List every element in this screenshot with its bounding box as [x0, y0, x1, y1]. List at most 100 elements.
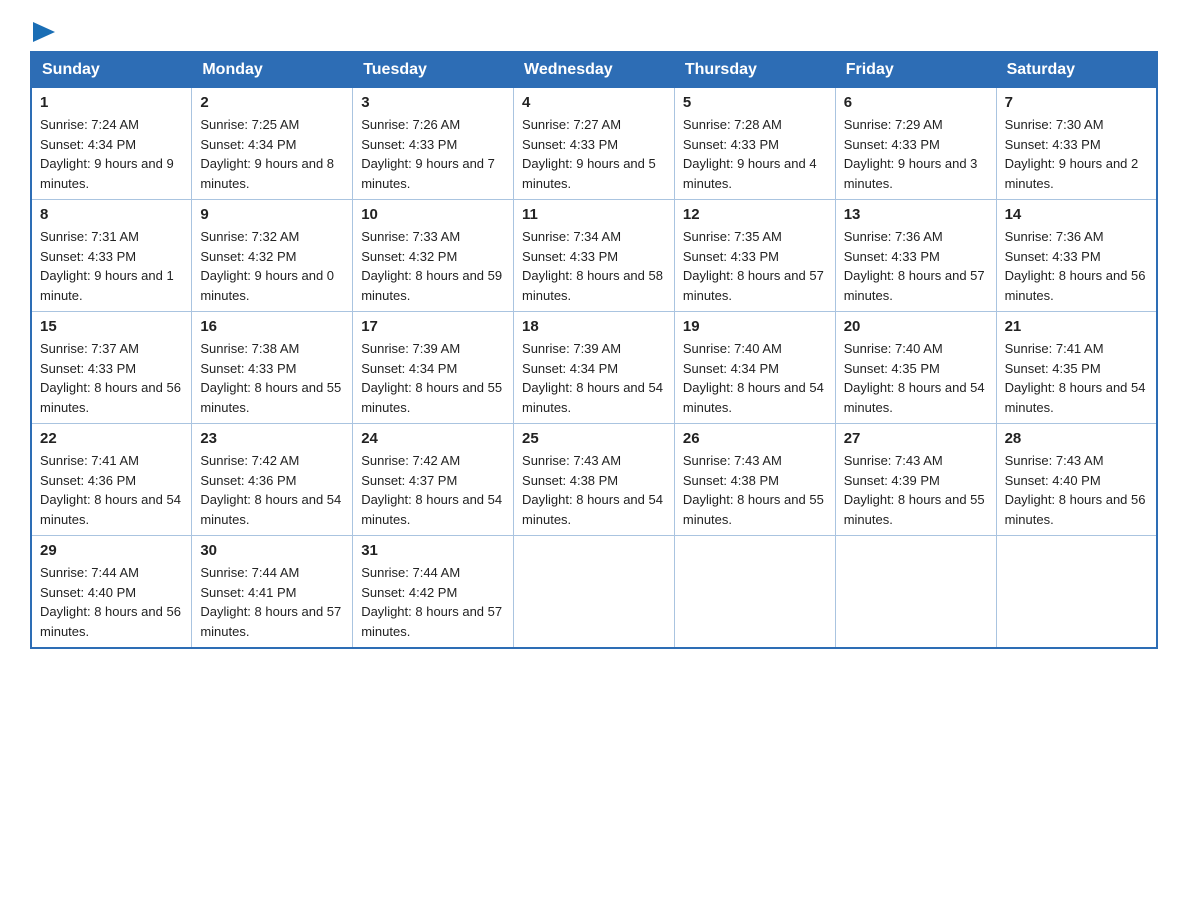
calendar-cell: 28 Sunrise: 7:43 AMSunset: 4:40 PMDaylig…: [996, 424, 1157, 536]
day-info: Sunrise: 7:34 AMSunset: 4:33 PMDaylight:…: [522, 227, 666, 305]
day-number: 23: [200, 430, 344, 447]
day-number: 5: [683, 94, 827, 111]
calendar-cell: 19 Sunrise: 7:40 AMSunset: 4:34 PMDaylig…: [674, 312, 835, 424]
day-number: 9: [200, 206, 344, 223]
calendar-cell: [514, 536, 675, 649]
day-info: Sunrise: 7:33 AMSunset: 4:32 PMDaylight:…: [361, 227, 505, 305]
day-info: Sunrise: 7:44 AMSunset: 4:42 PMDaylight:…: [361, 563, 505, 641]
day-info: Sunrise: 7:42 AMSunset: 4:36 PMDaylight:…: [200, 451, 344, 529]
day-number: 3: [361, 94, 505, 111]
day-number: 24: [361, 430, 505, 447]
calendar-cell: 9 Sunrise: 7:32 AMSunset: 4:32 PMDayligh…: [192, 200, 353, 312]
day-info: Sunrise: 7:42 AMSunset: 4:37 PMDaylight:…: [361, 451, 505, 529]
calendar-week-row: 29 Sunrise: 7:44 AMSunset: 4:40 PMDaylig…: [31, 536, 1157, 649]
calendar-cell: 31 Sunrise: 7:44 AMSunset: 4:42 PMDaylig…: [353, 536, 514, 649]
day-number: 12: [683, 206, 827, 223]
day-info: Sunrise: 7:43 AMSunset: 4:38 PMDaylight:…: [683, 451, 827, 529]
calendar-cell: 16 Sunrise: 7:38 AMSunset: 4:33 PMDaylig…: [192, 312, 353, 424]
calendar-cell: 18 Sunrise: 7:39 AMSunset: 4:34 PMDaylig…: [514, 312, 675, 424]
day-info: Sunrise: 7:44 AMSunset: 4:41 PMDaylight:…: [200, 563, 344, 641]
day-info: Sunrise: 7:31 AMSunset: 4:33 PMDaylight:…: [40, 227, 183, 305]
calendar-cell: 14 Sunrise: 7:36 AMSunset: 4:33 PMDaylig…: [996, 200, 1157, 312]
day-info: Sunrise: 7:40 AMSunset: 4:34 PMDaylight:…: [683, 339, 827, 417]
day-info: Sunrise: 7:26 AMSunset: 4:33 PMDaylight:…: [361, 115, 505, 193]
page-header: [30, 20, 1158, 41]
calendar-table: SundayMondayTuesdayWednesdayThursdayFrid…: [30, 51, 1158, 649]
calendar-cell: [674, 536, 835, 649]
day-number: 28: [1005, 430, 1148, 447]
day-info: Sunrise: 7:38 AMSunset: 4:33 PMDaylight:…: [200, 339, 344, 417]
day-number: 30: [200, 542, 344, 559]
calendar-cell: 23 Sunrise: 7:42 AMSunset: 4:36 PMDaylig…: [192, 424, 353, 536]
calendar-cell: 17 Sunrise: 7:39 AMSunset: 4:34 PMDaylig…: [353, 312, 514, 424]
day-number: 22: [40, 430, 183, 447]
calendar-cell: 5 Sunrise: 7:28 AMSunset: 4:33 PMDayligh…: [674, 88, 835, 200]
day-info: Sunrise: 7:39 AMSunset: 4:34 PMDaylight:…: [361, 339, 505, 417]
header-tuesday: Tuesday: [353, 52, 514, 88]
day-info: Sunrise: 7:39 AMSunset: 4:34 PMDaylight:…: [522, 339, 666, 417]
calendar-cell: 20 Sunrise: 7:40 AMSunset: 4:35 PMDaylig…: [835, 312, 996, 424]
day-info: Sunrise: 7:35 AMSunset: 4:33 PMDaylight:…: [683, 227, 827, 305]
header-sunday: Sunday: [31, 52, 192, 88]
day-number: 29: [40, 542, 183, 559]
calendar-cell: 13 Sunrise: 7:36 AMSunset: 4:33 PMDaylig…: [835, 200, 996, 312]
day-info: Sunrise: 7:43 AMSunset: 4:38 PMDaylight:…: [522, 451, 666, 529]
calendar-cell: 24 Sunrise: 7:42 AMSunset: 4:37 PMDaylig…: [353, 424, 514, 536]
day-number: 14: [1005, 206, 1148, 223]
day-info: Sunrise: 7:28 AMSunset: 4:33 PMDaylight:…: [683, 115, 827, 193]
day-number: 31: [361, 542, 505, 559]
day-info: Sunrise: 7:43 AMSunset: 4:39 PMDaylight:…: [844, 451, 988, 529]
header-monday: Monday: [192, 52, 353, 88]
day-number: 4: [522, 94, 666, 111]
calendar-cell: 11 Sunrise: 7:34 AMSunset: 4:33 PMDaylig…: [514, 200, 675, 312]
day-info: Sunrise: 7:27 AMSunset: 4:33 PMDaylight:…: [522, 115, 666, 193]
header-thursday: Thursday: [674, 52, 835, 88]
day-info: Sunrise: 7:41 AMSunset: 4:35 PMDaylight:…: [1005, 339, 1148, 417]
day-number: 25: [522, 430, 666, 447]
calendar-cell: 26 Sunrise: 7:43 AMSunset: 4:38 PMDaylig…: [674, 424, 835, 536]
day-number: 15: [40, 318, 183, 335]
header-wednesday: Wednesday: [514, 52, 675, 88]
calendar-cell: 2 Sunrise: 7:25 AMSunset: 4:34 PMDayligh…: [192, 88, 353, 200]
day-info: Sunrise: 7:36 AMSunset: 4:33 PMDaylight:…: [844, 227, 988, 305]
calendar-cell: 1 Sunrise: 7:24 AMSunset: 4:34 PMDayligh…: [31, 88, 192, 200]
calendar-cell: [996, 536, 1157, 649]
day-info: Sunrise: 7:30 AMSunset: 4:33 PMDaylight:…: [1005, 115, 1148, 193]
day-info: Sunrise: 7:25 AMSunset: 4:34 PMDaylight:…: [200, 115, 344, 193]
calendar-week-row: 15 Sunrise: 7:37 AMSunset: 4:33 PMDaylig…: [31, 312, 1157, 424]
calendar-cell: 21 Sunrise: 7:41 AMSunset: 4:35 PMDaylig…: [996, 312, 1157, 424]
day-number: 10: [361, 206, 505, 223]
day-number: 11: [522, 206, 666, 223]
day-number: 13: [844, 206, 988, 223]
header-friday: Friday: [835, 52, 996, 88]
calendar-cell: 7 Sunrise: 7:30 AMSunset: 4:33 PMDayligh…: [996, 88, 1157, 200]
logo-arrow-icon: [33, 22, 55, 42]
day-info: Sunrise: 7:37 AMSunset: 4:33 PMDaylight:…: [40, 339, 183, 417]
day-number: 20: [844, 318, 988, 335]
calendar-cell: 27 Sunrise: 7:43 AMSunset: 4:39 PMDaylig…: [835, 424, 996, 536]
day-number: 26: [683, 430, 827, 447]
day-number: 7: [1005, 94, 1148, 111]
day-info: Sunrise: 7:36 AMSunset: 4:33 PMDaylight:…: [1005, 227, 1148, 305]
logo: [30, 20, 55, 41]
calendar-header-row: SundayMondayTuesdayWednesdayThursdayFrid…: [31, 52, 1157, 88]
calendar-cell: 22 Sunrise: 7:41 AMSunset: 4:36 PMDaylig…: [31, 424, 192, 536]
day-number: 8: [40, 206, 183, 223]
day-info: Sunrise: 7:32 AMSunset: 4:32 PMDaylight:…: [200, 227, 344, 305]
day-number: 16: [200, 318, 344, 335]
calendar-cell: 4 Sunrise: 7:27 AMSunset: 4:33 PMDayligh…: [514, 88, 675, 200]
day-info: Sunrise: 7:24 AMSunset: 4:34 PMDaylight:…: [40, 115, 183, 193]
header-saturday: Saturday: [996, 52, 1157, 88]
calendar-cell: 25 Sunrise: 7:43 AMSunset: 4:38 PMDaylig…: [514, 424, 675, 536]
calendar-cell: 8 Sunrise: 7:31 AMSunset: 4:33 PMDayligh…: [31, 200, 192, 312]
calendar-cell: 10 Sunrise: 7:33 AMSunset: 4:32 PMDaylig…: [353, 200, 514, 312]
day-number: 27: [844, 430, 988, 447]
day-number: 2: [200, 94, 344, 111]
calendar-week-row: 8 Sunrise: 7:31 AMSunset: 4:33 PMDayligh…: [31, 200, 1157, 312]
day-number: 19: [683, 318, 827, 335]
day-number: 18: [522, 318, 666, 335]
calendar-cell: 12 Sunrise: 7:35 AMSunset: 4:33 PMDaylig…: [674, 200, 835, 312]
day-info: Sunrise: 7:44 AMSunset: 4:40 PMDaylight:…: [40, 563, 183, 641]
day-info: Sunrise: 7:43 AMSunset: 4:40 PMDaylight:…: [1005, 451, 1148, 529]
calendar-cell: 29 Sunrise: 7:44 AMSunset: 4:40 PMDaylig…: [31, 536, 192, 649]
